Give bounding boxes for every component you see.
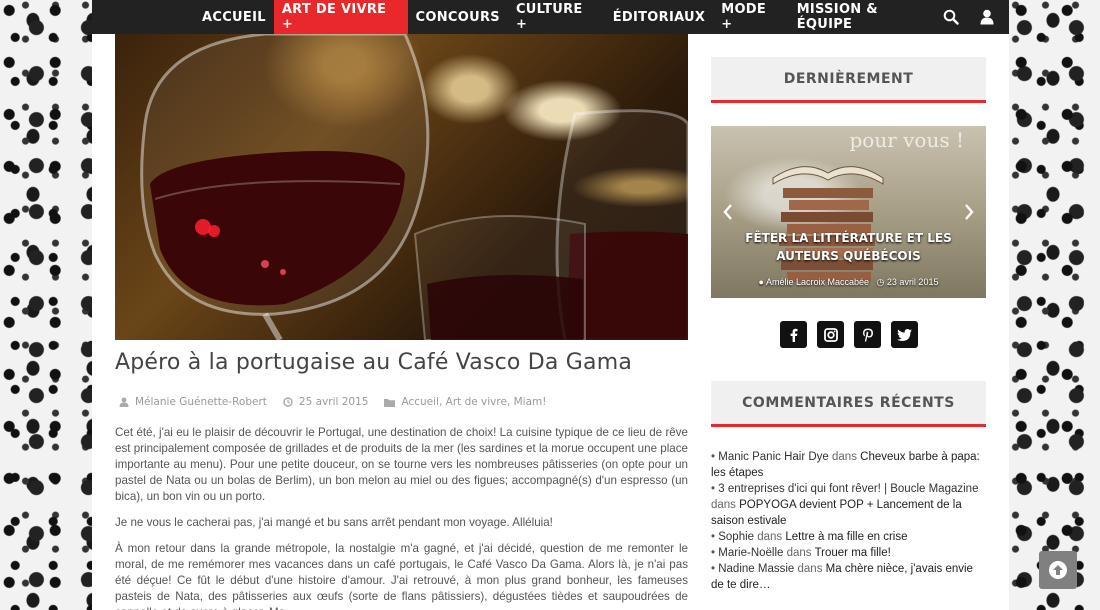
user-icon[interactable] xyxy=(979,9,995,25)
featured-image-wine-glasses xyxy=(115,34,688,340)
post-categories[interactable]: Accueil, Art de vivre, Miam! xyxy=(401,396,546,408)
post-date: 25 avril 2015 xyxy=(298,396,369,408)
comment-item: • 3 entreprises d'ici qui font rêver! | … xyxy=(711,483,979,527)
nav-item-art-de-vivre[interactable]: ART DE VIVRE + xyxy=(273,0,408,34)
scroll-to-top-button[interactable] xyxy=(1039,551,1077,589)
top-navigation: ACCUEIL ART DE VIVRE + CONCOURS CULTURE … xyxy=(92,0,1009,34)
facebook-icon[interactable] xyxy=(780,321,807,348)
comment-author[interactable]: Sophie xyxy=(718,531,754,543)
slider-date: 23 avril 2015 xyxy=(886,277,939,287)
folder-icon xyxy=(384,398,396,407)
author-icon xyxy=(119,397,129,407)
nav-item-mode[interactable]: MODE + xyxy=(713,0,788,34)
slider-author-icon: ● xyxy=(758,277,764,287)
nav-item-mission-equipe[interactable]: MISSION & ÉQUIPE xyxy=(789,0,943,34)
instagram-icon[interactable] xyxy=(817,321,844,348)
slider-clock-icon: ◷ xyxy=(876,277,885,287)
post-title: Apéro à la portugaise au Café Vasco Da G… xyxy=(115,350,633,375)
recent-comments-list: • Manic Panic Hair Dye dans Cheveux barb… xyxy=(711,449,986,593)
post-paragraph: Cet été, j'ai eu le plaisir de découvrir… xyxy=(115,426,688,503)
comment-dans: dans xyxy=(797,563,823,575)
comment-author[interactable]: Manic Panic Hair Dye xyxy=(718,451,829,463)
comment-item: • Nadine Massie dans Ma chère nièce, j'a… xyxy=(711,563,973,591)
slider-prev-arrow[interactable] xyxy=(721,202,735,222)
post-paragraph: Je ne vous le cacherai pas, j'ai mangé e… xyxy=(115,516,553,529)
search-icon[interactable] xyxy=(943,9,959,25)
comment-item: • Manic Panic Hair Dye dans Cheveux barb… xyxy=(711,451,980,479)
slider-overlay-text: pour vous ! xyxy=(849,128,964,152)
recent-comments-widget-title: COMMENTAIRES RÉCENTS xyxy=(711,381,986,427)
nav-item-concours[interactable]: CONCOURS xyxy=(408,0,508,34)
post-author[interactable]: Mélanie Guénette-Robert xyxy=(135,396,267,408)
post-paragraph: À mon retour dans la grande métropole, l… xyxy=(115,542,688,610)
wine-glasses-illustration xyxy=(140,34,688,340)
post-body: Cet été, j'ai eu le plaisir de découvrir… xyxy=(115,425,688,610)
comment-post-link[interactable]: Lettre à ma fille en crise xyxy=(785,531,907,543)
comment-author[interactable]: 3 entreprises d'ici qui font rêver! | Bo… xyxy=(718,483,978,495)
nav-item-culture[interactable]: CULTURE + xyxy=(508,0,605,34)
nav-menu: ACCUEIL ART DE VIVRE + CONCOURS CULTURE … xyxy=(194,0,943,34)
slider-post-meta: ● Amélie Lacroix Maccabée ◷ 23 avril 201… xyxy=(711,277,986,288)
post-meta: Mélanie Guénette-Robert 25 avril 2015 Ac… xyxy=(119,396,546,408)
recent-widget-title: DERNIÈREMENT xyxy=(711,57,986,103)
social-links xyxy=(780,321,918,348)
comment-item: • Sophie dans Lettre à ma fille en crise xyxy=(711,531,908,543)
pinterest-icon[interactable] xyxy=(854,321,881,348)
comment-post-link[interactable]: Trouer ma fille! xyxy=(815,547,891,559)
comment-author[interactable]: Nadine Massie xyxy=(718,563,794,575)
clock-icon xyxy=(283,397,293,407)
twitter-icon[interactable] xyxy=(891,321,918,348)
comment-dans: dans xyxy=(711,499,736,511)
slider-author[interactable]: Amélie Lacroix Maccabée xyxy=(766,277,869,287)
recent-posts-slider[interactable]: pour vous ! FÊTER LA LITTÉRATURE ET LES … xyxy=(711,126,986,298)
comment-dans: dans xyxy=(832,451,857,463)
comment-dans: dans xyxy=(786,547,812,559)
arrow-up-circle-icon xyxy=(1049,561,1067,579)
comment-dans: dans xyxy=(757,531,783,543)
nav-item-editoriaux[interactable]: ÉDITORIAUX xyxy=(605,0,714,34)
comment-post-link[interactable]: POPYOGA devient POP + Lancement de la sa… xyxy=(711,499,962,527)
slider-next-arrow[interactable] xyxy=(962,202,976,222)
slider-post-title[interactable]: FÊTER LA LITTÉRATURE ET LES AUTEURS QUÉB… xyxy=(711,229,986,265)
nav-item-accueil[interactable]: ACCUEIL xyxy=(194,0,274,34)
comment-item: • Marie-Noëlle dans Trouer ma fille! xyxy=(711,547,891,559)
comment-author[interactable]: Marie-Noëlle xyxy=(718,547,783,559)
